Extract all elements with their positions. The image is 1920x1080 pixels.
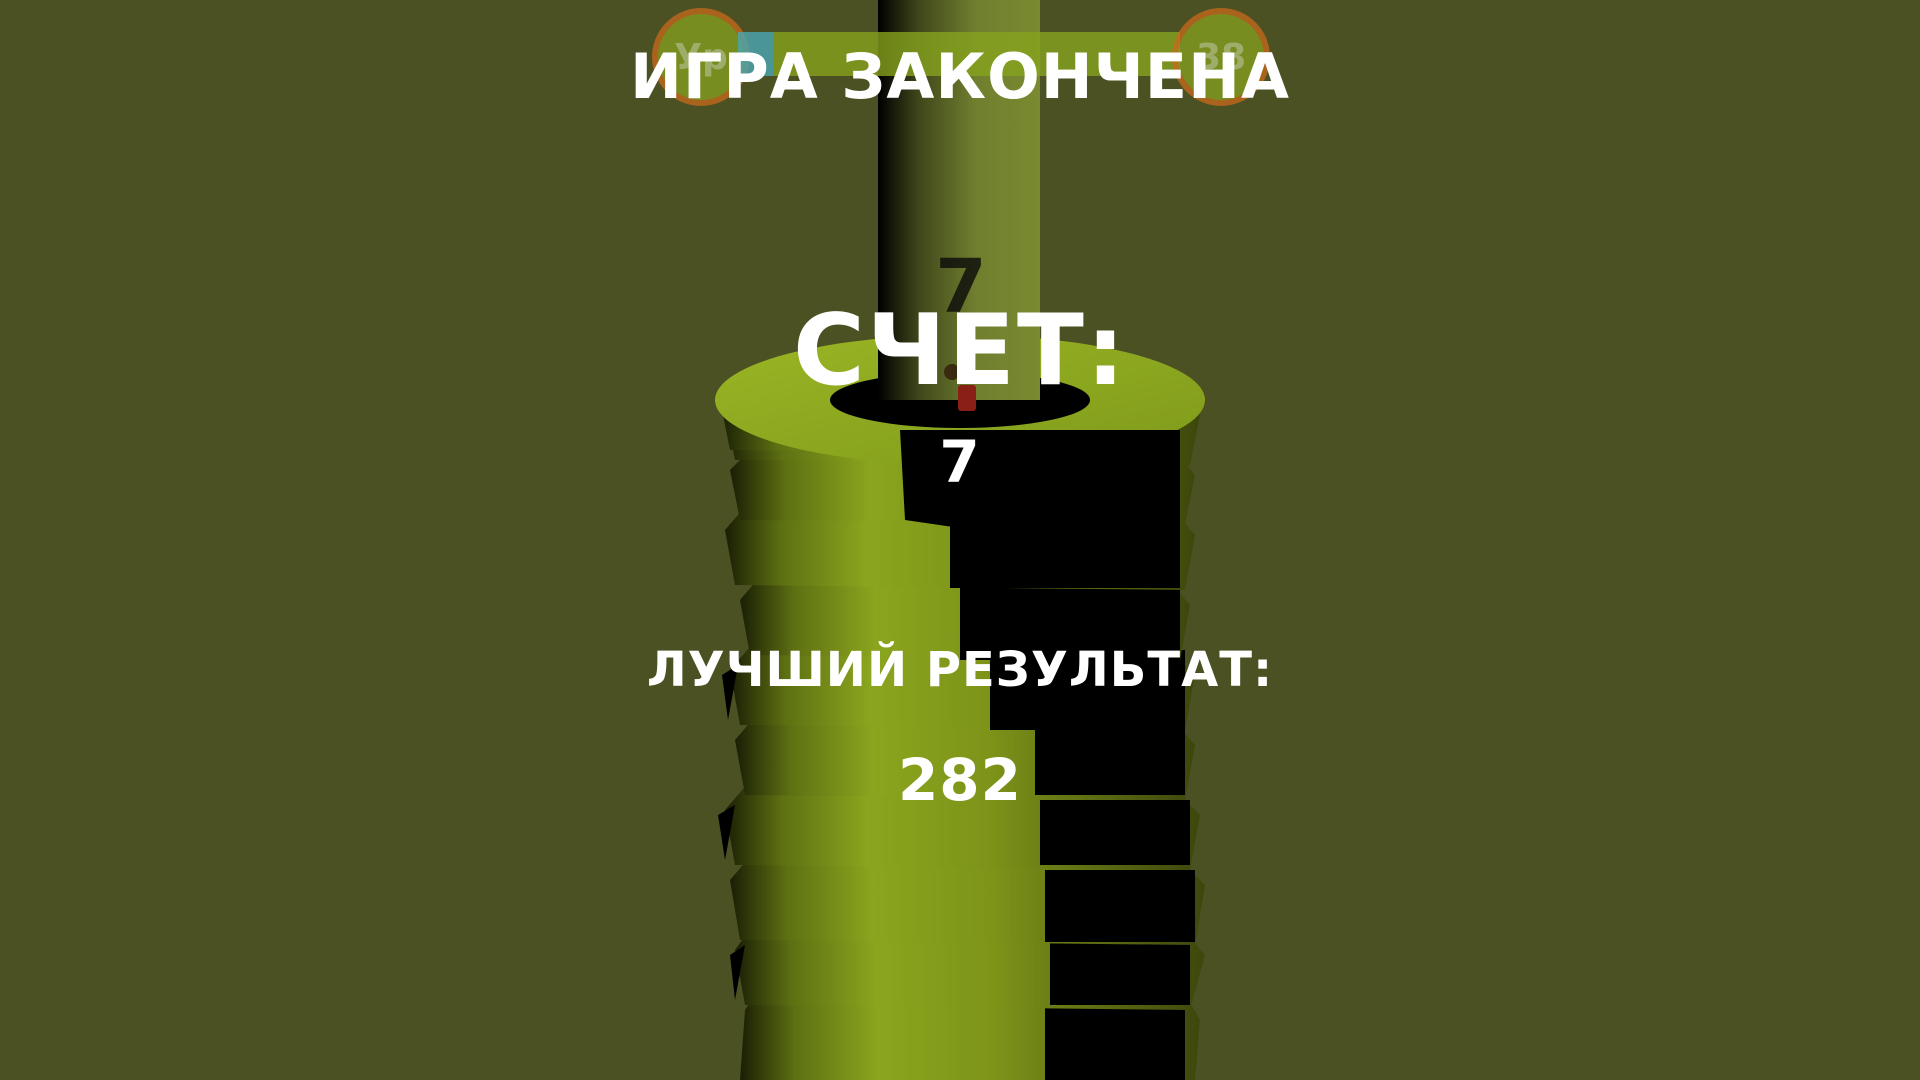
score-label: СЧЕТ: xyxy=(792,294,1128,408)
game-over-title: ИГРА ЗАКОНЧЕНА xyxy=(629,40,1291,113)
best-score-label: ЛУЧШИЙ РЕЗУЛЬТАТ: xyxy=(646,642,1274,698)
best-score-value: 282 xyxy=(897,746,1023,814)
score-value: 7 xyxy=(939,428,981,496)
game-screen[interactable]: Ур 38 7 ИГРА ЗАКОНЧЕНА СЧЕТ: 7 ЛУЧШИЙ РЕ… xyxy=(0,0,1920,1080)
game-scene xyxy=(715,0,1205,1080)
